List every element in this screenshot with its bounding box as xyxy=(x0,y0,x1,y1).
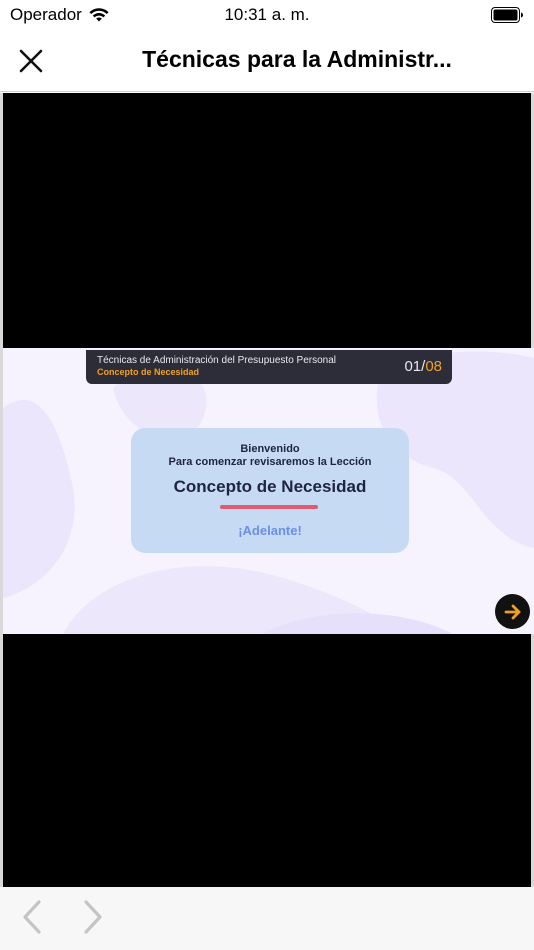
back-button[interactable] xyxy=(14,899,50,935)
slide-counter-total: 08 xyxy=(425,358,442,375)
slide-header: Técnicas de Administración del Presupues… xyxy=(86,350,452,384)
close-button[interactable] xyxy=(14,44,48,78)
card-intro: Para comenzar revisaremos la Lección xyxy=(168,456,372,468)
close-icon xyxy=(19,49,43,73)
status-time: 10:31 a. m. xyxy=(224,5,310,24)
course-title: Técnicas de Administración del Presupues… xyxy=(97,355,337,366)
status-bar: Operador 10:31 a. m. xyxy=(0,0,534,32)
start-link[interactable]: ¡Adelante! xyxy=(131,523,409,538)
page-title: Técnicas para la Administr... xyxy=(142,46,452,72)
lesson-subtitle: Concepto de Necesidad xyxy=(97,367,200,377)
battery-icon xyxy=(491,7,523,23)
slide-counter: 01/08 xyxy=(404,358,442,375)
card-welcome: Bienvenido xyxy=(240,443,300,455)
next-slide-button[interactable] xyxy=(495,594,530,629)
welcome-card: Bienvenido Para comenzar revisaremos la … xyxy=(131,428,409,553)
bottom-toolbar xyxy=(0,887,534,950)
chevron-right-icon xyxy=(84,900,102,934)
title-underline xyxy=(220,505,318,509)
nav-bar: Técnicas para la Administr... xyxy=(0,32,534,92)
forward-button[interactable] xyxy=(75,899,111,935)
chevron-left-icon xyxy=(23,900,41,934)
card-lesson-title: Concepto de Necesidad xyxy=(173,477,367,496)
slide-counter-current: 01 xyxy=(404,358,422,375)
arrow-right-icon xyxy=(504,604,520,619)
